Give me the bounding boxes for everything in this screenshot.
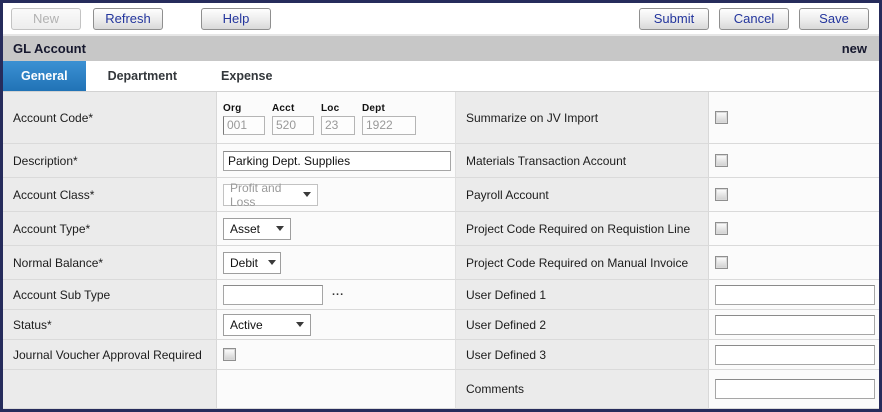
new-button[interactable]: New [11,8,81,30]
org-field: Org [223,103,265,135]
normal-balance-cell: Debit [217,246,456,280]
dept-field-label: Dept [362,103,416,114]
tab-bar: General Department Expense [3,61,879,92]
account-type-select[interactable]: Asset [223,218,291,240]
description-input[interactable] [223,151,451,171]
payroll-account-label: Payroll Account [456,178,709,212]
jv-approval-required-cell [217,340,456,370]
normal-balance-selected-value: Debit [230,256,258,270]
tab-general[interactable]: General [3,61,86,91]
account-class-select[interactable]: Profit and Loss [223,184,318,206]
account-sub-type-input[interactable] [223,285,323,305]
title-bar: GL Account new [3,36,879,61]
account-class-label: Account Class* [3,178,217,212]
chevron-down-icon [303,192,311,197]
user-defined-1-input[interactable] [715,285,875,305]
user-defined-3-label: User Defined 3 [456,340,709,370]
account-code-value-cell: Org Acct Loc Dept [217,92,456,144]
chevron-down-icon [296,322,304,327]
user-defined-2-input[interactable] [715,315,875,335]
toolbar: New Refresh Help Submit Cancel Save [3,3,879,36]
payroll-account-cell [709,178,879,212]
refresh-button[interactable]: Refresh [93,8,163,30]
jv-approval-required-checkbox[interactable] [223,348,236,361]
materials-transaction-checkbox[interactable] [715,154,728,167]
comments-label: Comments [456,370,709,409]
account-code-label: Account Code* [3,92,217,144]
project-code-requisition-checkbox[interactable] [715,222,728,235]
save-button[interactable]: Save [799,8,869,30]
acct-field: Acct [272,103,314,135]
status-cell: Active [217,310,456,340]
status-select[interactable]: Active [223,314,311,336]
chevron-down-icon [268,260,276,265]
normal-balance-select[interactable]: Debit [223,252,281,274]
jv-approval-required-label: Journal Voucher Approval Required [3,340,217,370]
project-code-manual-invoice-label: Project Code Required on Manual Invoice [456,246,709,280]
record-mode-badge: new [842,41,867,56]
org-input[interactable] [223,116,265,135]
comments-cell [709,370,879,409]
empty-value-cell [217,370,456,409]
page-title: GL Account [13,41,86,56]
chevron-down-icon [276,226,284,231]
cancel-button[interactable]: Cancel [719,8,789,30]
account-sub-type-label: Account Sub Type [3,280,217,310]
general-form: Account Code* Org Acct Loc Dept [3,92,879,409]
loc-input[interactable] [321,116,355,135]
materials-transaction-label: Materials Transaction Account [456,144,709,178]
account-type-selected-value: Asset [230,222,260,236]
materials-transaction-cell [709,144,879,178]
account-type-label: Account Type* [3,212,217,246]
account-class-selected-value: Profit and Loss [230,181,293,209]
empty-label-cell [3,370,217,409]
project-code-manual-invoice-cell [709,246,879,280]
account-type-cell: Asset [217,212,456,246]
submit-button[interactable]: Submit [639,8,709,30]
help-button[interactable]: Help [201,8,271,30]
user-defined-2-cell [709,310,879,340]
account-class-cell: Profit and Loss [217,178,456,212]
description-cell [217,144,456,178]
account-sub-type-cell: ... [217,280,456,310]
status-label: Status* [3,310,217,340]
acct-input[interactable] [272,116,314,135]
project-code-requisition-cell [709,212,879,246]
summarize-jv-import-label: Summarize on JV Import [456,92,709,144]
comments-input[interactable] [715,379,875,399]
project-code-requisition-label: Project Code Required on Requistion Line [456,212,709,246]
payroll-account-checkbox[interactable] [715,188,728,201]
normal-balance-label: Normal Balance* [3,246,217,280]
account-code-group: Org Acct Loc Dept [223,101,416,135]
lookup-ellipsis-icon[interactable]: ... [332,288,344,296]
description-label: Description* [3,144,217,178]
loc-field-label: Loc [321,103,355,114]
status-selected-value: Active [230,318,263,332]
project-code-manual-invoice-checkbox[interactable] [715,256,728,269]
tab-expense[interactable]: Expense [199,61,294,91]
user-defined-1-label: User Defined 1 [456,280,709,310]
org-field-label: Org [223,103,265,114]
summarize-jv-import-cell [709,92,879,144]
acct-field-label: Acct [272,103,314,114]
user-defined-3-input[interactable] [715,345,875,365]
tab-department[interactable]: Department [86,61,199,91]
dept-field: Dept [362,103,416,135]
summarize-jv-import-checkbox[interactable] [715,111,728,124]
user-defined-2-label: User Defined 2 [456,310,709,340]
gl-account-window: New Refresh Help Submit Cancel Save GL A… [0,0,882,412]
user-defined-3-cell [709,340,879,370]
user-defined-1-cell [709,280,879,310]
dept-input[interactable] [362,116,416,135]
toolbar-right-group: Submit Cancel Save [639,8,869,30]
loc-field: Loc [321,103,355,135]
